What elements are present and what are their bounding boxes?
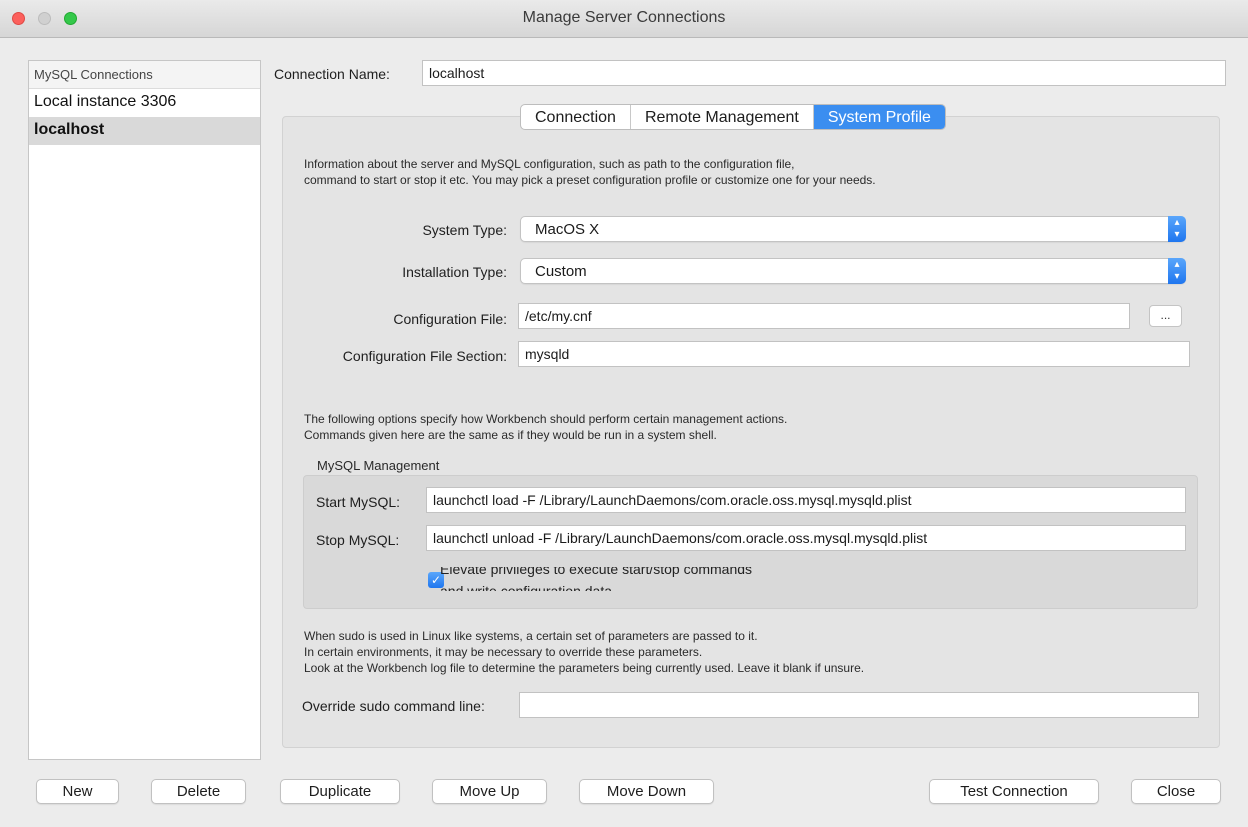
elevate-privileges-line1: Elevate privileges to execute start/stop…: [440, 567, 753, 577]
connections-list: MySQL Connections Local instance 3306 lo…: [28, 60, 261, 760]
delete-button[interactable]: Delete: [151, 779, 246, 804]
sudo-info-line3: Look at the Workbench log file to determ…: [304, 661, 865, 675]
up-down-chevron-icon: ▴ ▾: [1168, 216, 1186, 242]
stop-mysql-label: Stop MySQL:: [316, 532, 400, 548]
system-type-select[interactable]: MacOS X ▴ ▾: [520, 216, 1186, 242]
test-connection-button[interactable]: Test Connection: [929, 779, 1099, 804]
close-button[interactable]: Close: [1131, 779, 1221, 804]
config-file-input[interactable]: /etc/my.cnf: [518, 303, 1130, 329]
new-button[interactable]: New: [36, 779, 119, 804]
system-type-label: System Type:: [422, 222, 507, 238]
sudo-override-input[interactable]: [519, 692, 1199, 718]
installation-type-value: Custom: [535, 263, 587, 280]
elevate-privileges-line2: and write configuration data: [440, 583, 612, 591]
options-info-line1: The following options specify how Workbe…: [304, 412, 788, 426]
tab-bar: Connection Remote Management System Prof…: [520, 104, 946, 130]
connection-item-localhost[interactable]: localhost: [29, 117, 260, 145]
options-info-line2: Commands given here are the same as if t…: [304, 428, 717, 442]
sudo-info-line2: In certain environments, it may be neces…: [304, 645, 703, 659]
start-mysql-input[interactable]: launchctl load -F /Library/LaunchDaemons…: [426, 487, 1186, 513]
browse-config-file-button[interactable]: ...: [1149, 305, 1182, 327]
installation-type-select[interactable]: Custom ▴ ▾: [520, 258, 1186, 284]
title-bar: Manage Server Connections: [0, 0, 1248, 38]
config-section-label: Configuration File Section:: [342, 348, 507, 364]
profile-intro-line2: command to start or stop it etc. You may…: [304, 173, 876, 187]
system-type-value: MacOS X: [535, 221, 600, 238]
window-title: Manage Server Connections: [522, 9, 726, 26]
tab-connection[interactable]: Connection: [521, 105, 631, 129]
up-down-chevron-icon: ▴ ▾: [1168, 258, 1186, 284]
sudo-override-label: Override sudo command line:: [302, 698, 485, 714]
stop-mysql-input[interactable]: launchctl unload -F /Library/LaunchDaemo…: [426, 525, 1186, 551]
mysql-management-title: MySQL Management: [317, 458, 440, 473]
tab-remote-management[interactable]: Remote Management: [631, 105, 814, 129]
move-down-button[interactable]: Move Down: [579, 779, 714, 804]
profile-intro-line1: Information about the server and MySQL c…: [304, 157, 795, 171]
start-mysql-label: Start MySQL:: [316, 494, 401, 510]
duplicate-button[interactable]: Duplicate: [280, 779, 400, 804]
elevate-privileges-label: Elevate privileges to execute start/stop…: [440, 567, 980, 591]
sudo-info-line1: When sudo is used in Linux like systems,…: [304, 629, 758, 643]
connection-item-local-instance[interactable]: Local instance 3306: [29, 89, 260, 117]
connection-name-label: Connection Name:: [274, 66, 390, 82]
connections-list-header: MySQL Connections: [29, 61, 260, 89]
move-up-button[interactable]: Move Up: [432, 779, 547, 804]
config-section-input[interactable]: mysqld: [518, 341, 1190, 367]
connection-name-input[interactable]: localhost: [422, 60, 1226, 86]
tab-system-profile[interactable]: System Profile: [813, 105, 945, 129]
installation-type-label: Installation Type:: [402, 264, 507, 280]
config-file-label: Configuration File:: [393, 311, 507, 327]
